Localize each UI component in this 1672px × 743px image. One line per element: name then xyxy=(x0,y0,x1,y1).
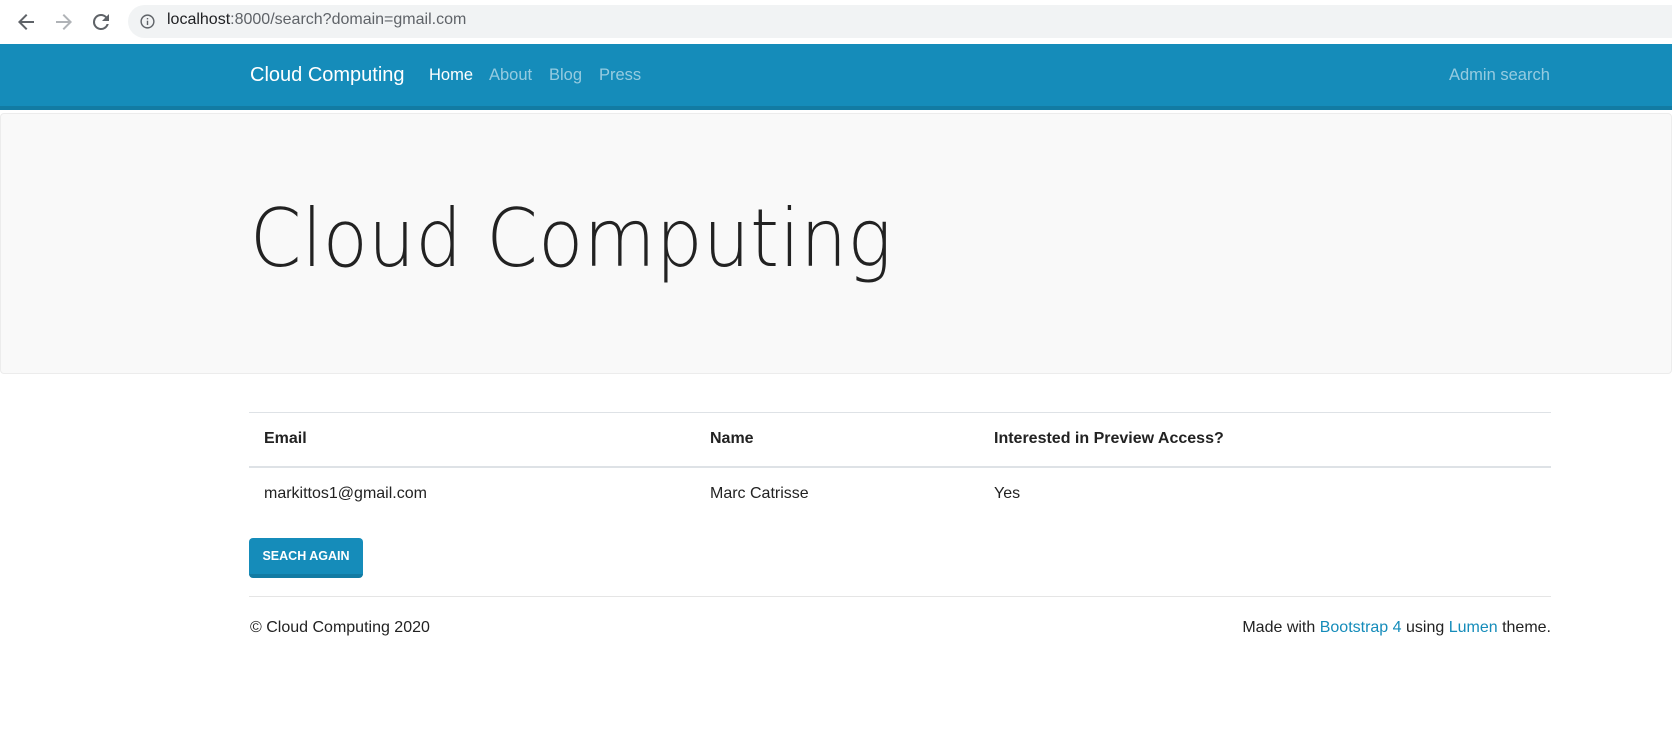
reload-icon[interactable] xyxy=(89,10,113,34)
cell-name: Marc Catrisse xyxy=(710,485,809,502)
url-host: localhost xyxy=(167,11,231,28)
nav-link-press[interactable]: Press xyxy=(599,66,641,85)
column-header-name: Name xyxy=(710,430,754,448)
lumen-theme-link[interactable]: Lumen xyxy=(1449,619,1498,636)
hero-title: Cloud Computing xyxy=(250,192,893,285)
info-icon[interactable] xyxy=(139,13,156,30)
browser-toolbar: localhost:8000/search?domain=gmail.com xyxy=(0,0,1672,44)
results-table: Email Name Interested in Preview Access?… xyxy=(249,412,1551,521)
cell-preview-access: Yes xyxy=(994,485,1021,502)
address-bar[interactable]: localhost:8000/search?domain=gmail.com xyxy=(128,5,1672,38)
footer-using: using xyxy=(1406,619,1445,636)
top-navbar: Cloud Computing Home About Blog Press Ad… xyxy=(0,44,1672,110)
search-again-button[interactable]: SEACH AGAIN xyxy=(249,538,363,578)
table-row: markittos1@gmail.com Marc Catrisse Yes xyxy=(249,467,1551,521)
footer-credits: Made with Bootstrap 4 using Lumen theme. xyxy=(1242,619,1551,637)
forward-arrow-icon[interactable] xyxy=(52,10,76,34)
navbar-brand[interactable]: Cloud Computing xyxy=(250,64,405,87)
nav-link-about[interactable]: About xyxy=(489,66,532,85)
column-header-preview-access: Interested in Preview Access? xyxy=(994,430,1224,448)
cell-email: markittos1@gmail.com xyxy=(264,485,427,502)
bootstrap-link[interactable]: Bootstrap 4 xyxy=(1320,619,1402,636)
footer-copyright: © Cloud Computing 2020 xyxy=(250,619,430,636)
footer-divider xyxy=(249,596,1551,597)
nav-link-home[interactable]: Home xyxy=(429,66,473,85)
back-arrow-icon[interactable] xyxy=(14,10,38,34)
url-text[interactable]: localhost:8000/search?domain=gmail.com xyxy=(167,11,466,29)
footer-made-with: Made with xyxy=(1242,619,1316,636)
nav-link-admin-search[interactable]: Admin search xyxy=(1449,66,1550,85)
url-path: :8000/search?domain=gmail.com xyxy=(230,11,467,28)
column-header-email: Email xyxy=(264,430,307,448)
hero-jumbotron: Cloud Computing xyxy=(0,113,1672,374)
footer-theme-suffix: theme. xyxy=(1502,619,1551,636)
table-header-row: Email Name Interested in Preview Access? xyxy=(249,412,1551,467)
nav-link-blog[interactable]: Blog xyxy=(549,66,582,85)
